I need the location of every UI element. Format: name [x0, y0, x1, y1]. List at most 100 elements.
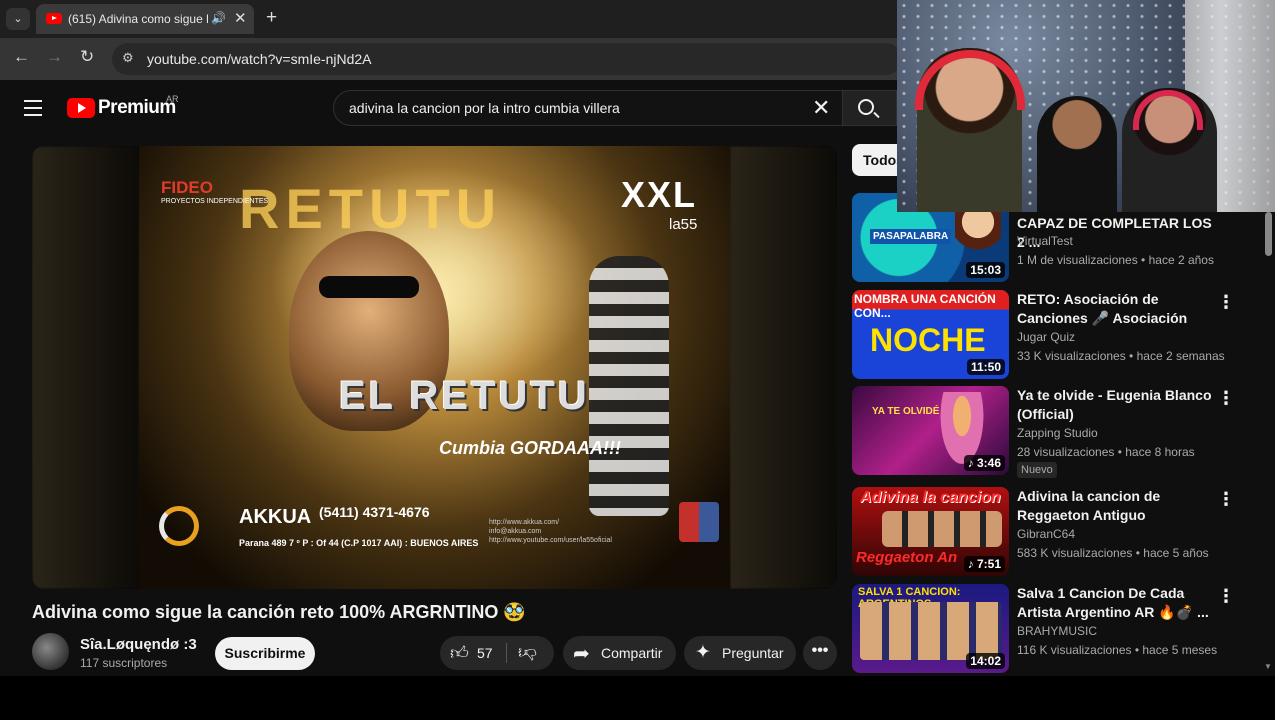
recommendation-title[interactable]: RETO: Asociación de Canciones 🎤 Asociaci… [1017, 290, 1217, 328]
artwork-link: info@akkua.com [489, 528, 542, 535]
thumbnail-faces [882, 511, 1002, 547]
video-thumbnail[interactable]: Adivina la cancion Reggaeton An ♪ 7:51 [852, 487, 1009, 576]
more-vert-icon[interactable]: ⋮ [1217, 586, 1235, 607]
person-middle [1037, 96, 1117, 212]
recommendation-item[interactable]: Adivina la cancion Reggaeton An ♪ 7:51 A… [852, 487, 1262, 577]
channel-name[interactable]: Sȋa.Løquęndø :3 [80, 636, 197, 653]
subscribe-button[interactable]: Suscribirme [215, 637, 315, 670]
bottom-black-bar [0, 676, 1275, 720]
new-tab-button[interactable]: + [266, 7, 277, 29]
search-query-text[interactable]: adivina la cancion por la intro cumbia v… [349, 100, 620, 116]
browser-toolbar: ← → ↻ ⚙ youtube.com/watch?v=smIe-njNd2A [0, 38, 902, 80]
artwork-link: http://www.akkua.com/ [489, 519, 560, 526]
album-artwork: RETUTU FIDEO PROYECTOS INDEPENDIENTES XX… [139, 146, 730, 589]
close-tab-icon[interactable]: ✕ [234, 9, 247, 27]
tab-title: (615) Adivina como sigue la cancion [68, 12, 208, 26]
artwork-phone: (5411) 4371-4676 [319, 504, 430, 520]
ask-label: Preguntar [722, 645, 784, 661]
back-arrow-icon[interactable]: ← [13, 47, 30, 67]
thumbnail-text-big: NOCHE [870, 322, 986, 358]
more-vert-icon[interactable]: ⋮ [1217, 388, 1235, 409]
search-button[interactable] [842, 90, 897, 126]
artwork-links: http://www.akkua.com/ info@akkua.com htt… [489, 518, 612, 545]
reload-icon[interactable]: ↻ [80, 47, 94, 67]
thumbnail-faces [860, 602, 1002, 660]
search-icon [858, 99, 874, 115]
artwork-link: http://www.youtube.com/user/la55oficial [489, 537, 612, 544]
like-thumb-icon[interactable]: 👍︎ [450, 642, 469, 664]
video-duration: 11:50 [966, 359, 1005, 375]
scroll-down-arrow-icon[interactable]: ▼ [1264, 662, 1272, 671]
like-count[interactable]: 57 [477, 645, 493, 661]
video-thumbnail[interactable]: YA TE OLVIDÉ ♪ 3:46 [852, 386, 1009, 475]
social-icons [679, 502, 719, 542]
recommendation-meta: 116 K visualizaciones • hace 5 meses [1017, 643, 1218, 657]
share-button[interactable]: ➦ Compartir [563, 636, 676, 670]
address-bar[interactable]: ⚙ youtube.com/watch?v=smIe-njNd2A [112, 43, 902, 75]
search-input[interactable]: adivina la cancion por la intro cumbia v… [333, 90, 843, 126]
like-dislike-group: 👍︎ 57 👍︎ [440, 636, 554, 670]
thumbnail-text: YA TE OLVIDÉ [872, 406, 940, 417]
ask-button[interactable]: ✦ Preguntar [684, 636, 796, 670]
video-player[interactable]: RETUTU FIDEO PROYECTOS INDEPENDIENTES XX… [32, 146, 837, 589]
youtube-logo-icon[interactable] [67, 98, 95, 118]
divider [506, 643, 507, 663]
subscriber-count: 117 suscriptores [80, 656, 168, 670]
recommendation-channel[interactable]: Jugar Quiz [1017, 330, 1075, 344]
artwork-brand-sub: PROYECTOS INDEPENDIENTES [161, 198, 269, 205]
akkua-logo-icon [159, 506, 199, 546]
youtube-favicon-icon [46, 13, 62, 24]
recommendation-item[interactable]: SALVA 1 CANCION: ARGENTINOS 14:02 Salva … [852, 584, 1262, 674]
artwork-brand: FIDEO [161, 178, 213, 197]
video-duration: ♪ 3:46 [963, 455, 1005, 471]
artwork-management: AKKUA [239, 506, 312, 528]
tab-search-dropdown[interactable]: ⌄ [6, 8, 30, 30]
thumbnail-text: Adivina la cancion [860, 489, 1001, 506]
youtube-premium-logo[interactable]: Premium [98, 97, 176, 119]
share-label: Compartir [601, 645, 663, 661]
more-vert-icon[interactable]: ⋮ [1217, 292, 1235, 313]
more-actions-button[interactable]: ••• [803, 636, 837, 670]
browser-tab-bar: ⌄ (615) Adivina como sigue la cancion 🔊 … [0, 0, 897, 38]
sidebar-scrollbar[interactable]: ▼ [1262, 210, 1275, 676]
video-thumbnail[interactable]: SALVA 1 CANCION: ARGENTINOS 14:02 [852, 584, 1009, 673]
dislike-thumb-icon[interactable]: 👍︎ [518, 642, 537, 664]
thumbnail-text: NOMBRA UNA CANCIÓN CON... [854, 292, 996, 320]
forward-arrow-icon[interactable]: → [46, 47, 63, 67]
player-blur-left [32, 146, 139, 589]
youtube-header: Premium AR adivina la cancion por la int… [0, 80, 897, 136]
url-text[interactable]: youtube.com/watch?v=smIe-njNd2A [147, 51, 372, 67]
site-settings-icon[interactable]: ⚙ [122, 50, 134, 66]
share-arrow-icon: ➦ [573, 643, 590, 665]
video-duration: 15:03 [966, 262, 1005, 278]
artwork-xxl: XXL [621, 174, 698, 215]
recommendation-meta: 33 K visualizaciones • hace 2 semanas [1017, 349, 1225, 363]
recommendation-channel[interactable]: Zapping Studio [1017, 426, 1098, 440]
recommendation-item[interactable]: YA TE OLVIDÉ ♪ 3:46 Ya te olvide - Eugen… [852, 386, 1262, 478]
recommendation-meta: 1 M de visualizaciones • hace 2 años [1017, 253, 1214, 267]
video-thumbnail[interactable]: NOMBRA UNA CANCIÓN CON... NOCHE 11:50 [852, 290, 1009, 379]
recommendation-item[interactable]: NOMBRA UNA CANCIÓN CON... NOCHE 11:50 RE… [852, 290, 1262, 380]
video-duration: 14:02 [966, 653, 1005, 669]
recommendation-meta: 28 visualizaciones • hace 8 horas [1017, 445, 1195, 459]
menu-hamburger-icon[interactable] [24, 100, 42, 121]
more-vert-icon[interactable]: ⋮ [1217, 489, 1235, 510]
recommendation-title[interactable]: Ya te olvide - Eugenia Blanco (Official) [1017, 386, 1217, 424]
artist-photo-2 [589, 256, 669, 516]
recommendation-meta: 583 K visualizaciones • hace 5 años [1017, 546, 1209, 560]
recommendation-channel[interactable]: GibranC64 [1017, 527, 1075, 541]
recommendation-channel[interactable]: VirtualTest [1017, 234, 1073, 248]
artwork-address: Parana 489 7 º P : Of 44 (C.P 1017 AAI) … [239, 538, 479, 548]
video-title: Adivina como sigue la canción reto 100% … [32, 602, 526, 622]
webcam-overlay [897, 0, 1275, 212]
clear-search-icon[interactable]: ✕ [812, 95, 830, 121]
channel-avatar[interactable] [32, 633, 69, 670]
scrollbar-thumb[interactable] [1265, 212, 1272, 256]
browser-tab-active[interactable]: (615) Adivina como sigue la cancion 🔊 ✕ [36, 4, 254, 34]
artwork-xxl-sub: la55 [669, 216, 698, 233]
speaker-icon[interactable]: 🔊 [211, 11, 226, 25]
recommendation-title[interactable]: Adivina la cancion de Reggaeton Antiguo [1017, 487, 1217, 525]
recommendation-channel[interactable]: BRAHYMUSIC [1017, 624, 1097, 638]
recommendation-title[interactable]: Salva 1 Cancion De Cada Artista Argentin… [1017, 584, 1217, 622]
region-code: AR [166, 94, 179, 104]
